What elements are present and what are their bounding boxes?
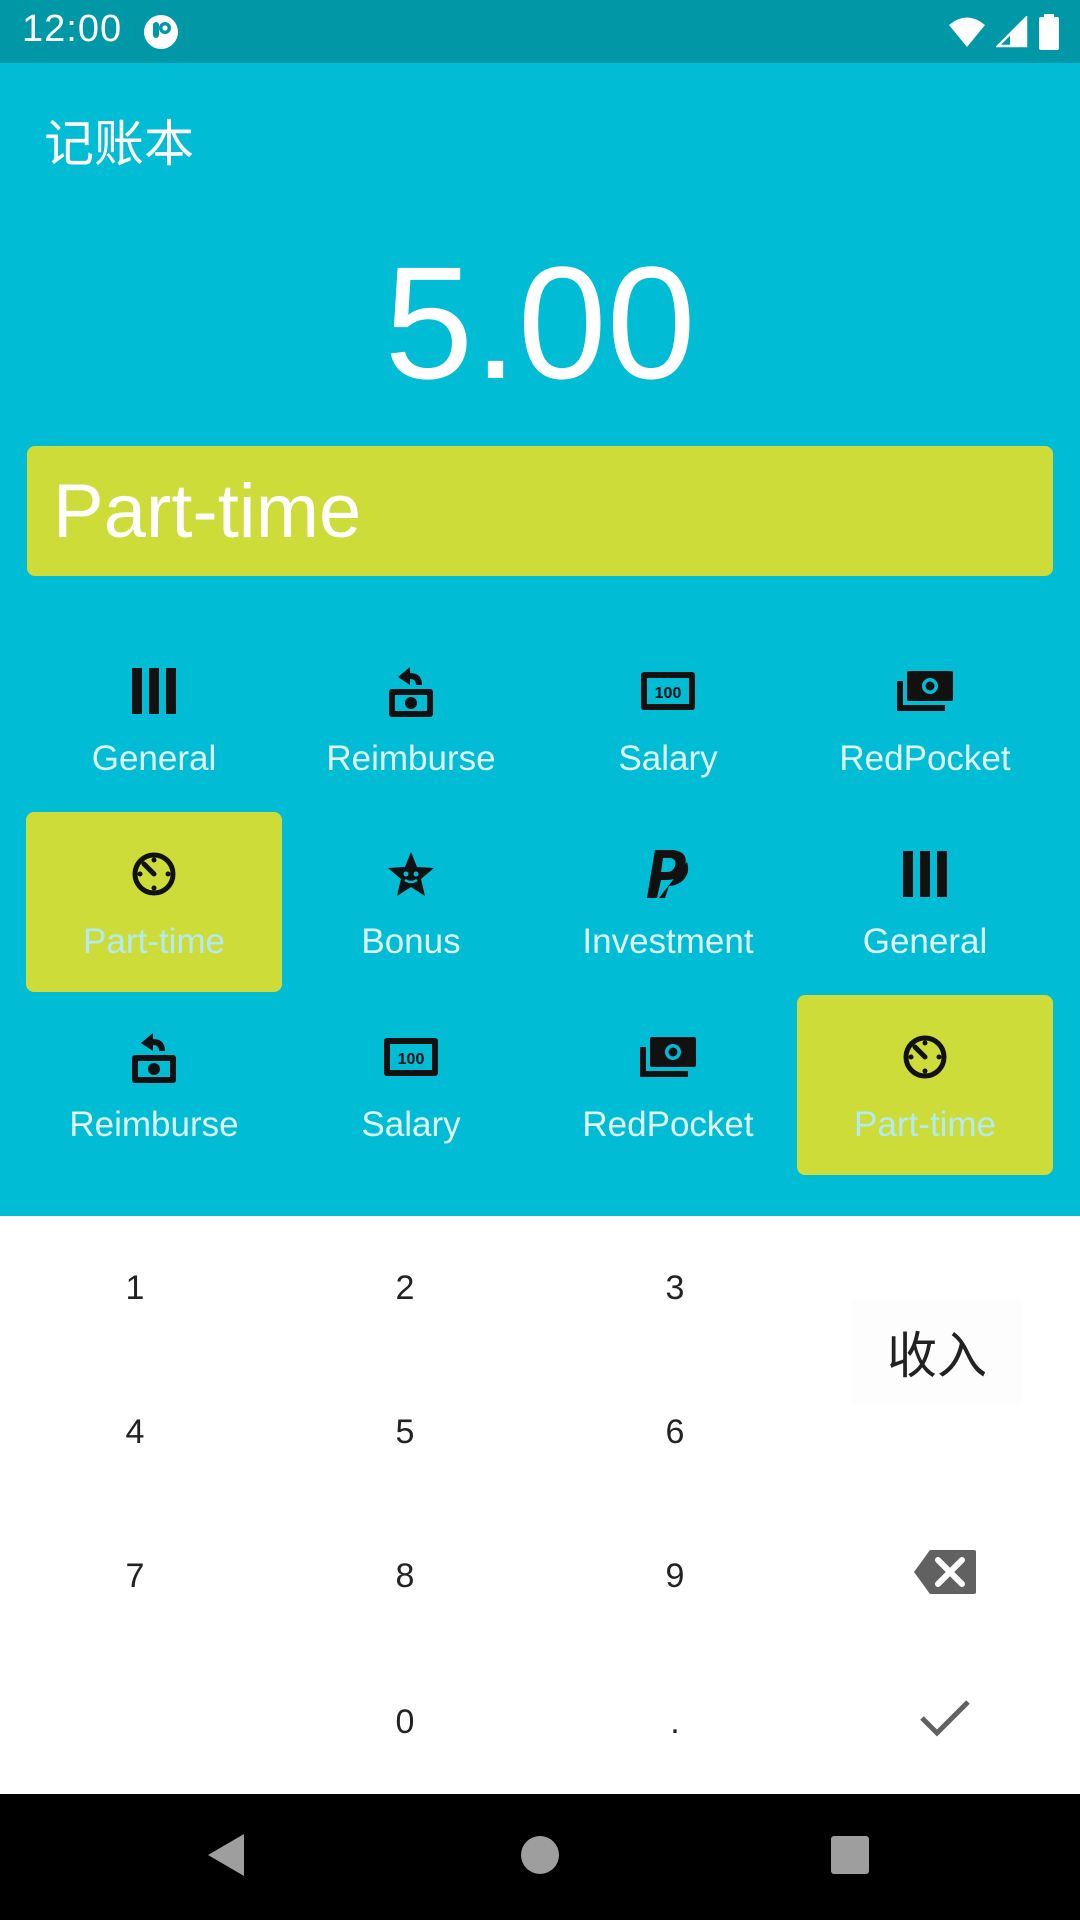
category-label: Investment xyxy=(582,922,754,961)
status-time: 12:00 xyxy=(22,8,123,50)
redpocket-icon xyxy=(797,663,1053,719)
svg-text:100: 100 xyxy=(398,1051,425,1068)
category-bonus[interactable]: Bonus xyxy=(283,812,539,992)
key-9[interactable]: 9 xyxy=(540,1504,810,1648)
status-icons xyxy=(948,12,1060,52)
status-bar: 12:00 xyxy=(0,0,1080,63)
paypal-icon xyxy=(540,846,796,902)
general-icon xyxy=(26,663,282,719)
home-button[interactable] xyxy=(480,1794,600,1920)
salary-icon: 100 xyxy=(283,1029,539,1085)
category-general[interactable]: General xyxy=(26,629,282,809)
category-label: Part-time xyxy=(854,1105,996,1144)
category-redpocket[interactable]: RedPocket xyxy=(540,995,796,1175)
recents-button[interactable] xyxy=(790,1794,910,1920)
key-3[interactable]: 3 xyxy=(540,1216,810,1360)
back-icon xyxy=(206,1832,246,1882)
category-label: RedPocket xyxy=(582,1105,754,1144)
number-keypad: 1 2 3 4 5 6 7 8 9 0 . 收入 xyxy=(0,1216,1080,1794)
category-reimburse[interactable]: Reimburse xyxy=(283,629,539,809)
key-dot[interactable]: . xyxy=(540,1650,810,1794)
amount-display: 5.00 xyxy=(384,233,696,412)
salary-icon: 100 xyxy=(540,663,796,719)
redpocket-icon xyxy=(540,1029,796,1085)
check-icon xyxy=(919,1698,971,1747)
key-2[interactable]: 2 xyxy=(270,1216,540,1360)
back-button[interactable] xyxy=(166,1794,286,1920)
app-notification-icon xyxy=(143,14,179,50)
key-5[interactable]: 5 xyxy=(270,1360,540,1504)
bonus-star-icon xyxy=(283,846,539,902)
income-type-button[interactable]: 收入 xyxy=(852,1300,1022,1404)
category-label: Reimburse xyxy=(69,1105,239,1144)
app-root: 12:00 记账本 5.00 Part-time General Reimbur… xyxy=(0,0,1080,1920)
key-8[interactable]: 8 xyxy=(270,1504,540,1648)
selected-category-label: Part-time xyxy=(53,469,362,554)
selected-category-bar: Part-time xyxy=(27,446,1053,576)
category-label: General xyxy=(862,922,988,961)
recents-icon xyxy=(830,1835,870,1879)
category-label: Bonus xyxy=(361,922,461,961)
category-salary[interactable]: 100 Salary xyxy=(283,995,539,1175)
timer-icon xyxy=(26,846,282,902)
battery-icon xyxy=(1038,14,1060,50)
home-icon xyxy=(520,1835,560,1879)
category-reimburse[interactable]: Reimburse xyxy=(26,995,282,1175)
category-label: RedPocket xyxy=(839,739,1011,778)
category-part-time[interactable]: Part-time xyxy=(26,812,282,992)
key-1[interactable]: 1 xyxy=(0,1216,270,1360)
category-investment[interactable]: Investment xyxy=(540,812,796,992)
category-redpocket[interactable]: RedPocket xyxy=(797,629,1053,809)
cellular-signal-icon xyxy=(996,16,1028,48)
category-label: Reimburse xyxy=(326,739,496,778)
backspace-icon xyxy=(912,1548,978,1605)
category-label: General xyxy=(91,739,217,778)
category-label: Salary xyxy=(618,739,718,778)
wifi-icon xyxy=(948,16,986,48)
category-label: Salary xyxy=(361,1105,461,1144)
reimburse-icon xyxy=(26,1029,282,1085)
svg-text:100: 100 xyxy=(655,685,682,702)
system-nav-bar xyxy=(0,1794,1080,1920)
key-6[interactable]: 6 xyxy=(540,1360,810,1504)
key-4[interactable]: 4 xyxy=(0,1360,270,1504)
category-general[interactable]: General xyxy=(797,812,1053,992)
reimburse-icon xyxy=(283,663,539,719)
key-7[interactable]: 7 xyxy=(0,1504,270,1648)
app-title: 记账本 xyxy=(44,115,194,173)
key-0[interactable]: 0 xyxy=(270,1650,540,1794)
category-grid: General Reimburse 100 Salary RedPocket P… xyxy=(26,629,1054,1179)
category-salary[interactable]: 100 Salary xyxy=(540,629,796,809)
general-icon xyxy=(797,846,1053,902)
category-label: Part-time xyxy=(83,922,225,961)
confirm-button[interactable] xyxy=(810,1650,1080,1794)
backspace-button[interactable] xyxy=(810,1504,1080,1648)
category-part-time[interactable]: Part-time xyxy=(797,995,1053,1175)
timer-icon xyxy=(797,1029,1053,1085)
